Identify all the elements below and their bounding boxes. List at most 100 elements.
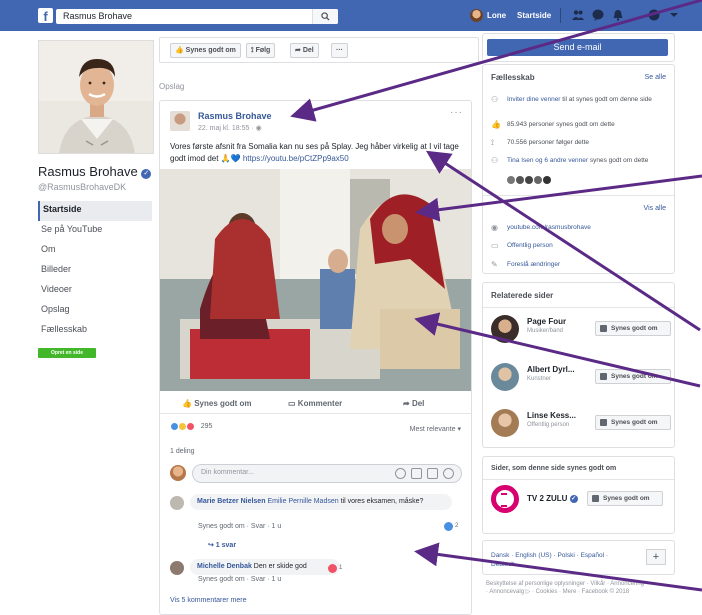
thumbs-up-icon — [600, 373, 607, 380]
website-link[interactable]: youtube.com/rasmusbrohave — [507, 223, 667, 232]
share-arrow-icon: ➦ — [403, 399, 410, 408]
messenger-icon[interactable] — [592, 9, 604, 21]
nav-item-youtube[interactable]: Se på YouTube — [38, 221, 152, 241]
help-icon[interactable] — [648, 9, 660, 21]
page-title: Rasmus Brohave ✓ — [38, 164, 152, 179]
liked-page-like-button[interactable]: Synes godt om — [587, 491, 663, 506]
comment-reaction-count: 2 — [455, 523, 459, 529]
emoji-icon[interactable] — [395, 468, 406, 479]
post-like-button[interactable]: 👍 Synes godt om — [182, 399, 252, 408]
related-pages-card: Relaterede sider Page Four Musiker/band … — [482, 282, 675, 448]
related-page-avatar[interactable] — [491, 363, 519, 391]
share-count[interactable]: 1 deling — [170, 448, 195, 455]
page-navigation: Startside Se på YouTube Om Billeder Vide… — [38, 201, 152, 341]
notifications-icon[interactable] — [612, 9, 624, 21]
related-page-like-button[interactable]: Synes godt om — [595, 415, 671, 430]
facebook-logo-icon[interactable]: f — [38, 8, 53, 24]
post-author-name[interactable]: Rasmus Brohave — [198, 111, 272, 121]
post-comment-button[interactable]: ▭ Kommenter — [288, 399, 342, 408]
post-share-button[interactable]: ➦ Del — [403, 399, 424, 408]
replies-link[interactable]: ↪ 1 svar — [208, 541, 236, 549]
nav-item-photos[interactable]: Billeder — [38, 261, 152, 281]
post-link[interactable]: https://youtu.be/pCtZPp9ax50 — [243, 154, 349, 163]
related-pages-title: Relaterede sider — [491, 291, 554, 300]
comment-author-name[interactable]: Marie Betzer Nielsen — [197, 498, 265, 505]
globe-icon: ◉ — [491, 223, 498, 232]
post-comment-label: Kommenter — [297, 399, 343, 408]
friends-icon: ⚇ — [491, 156, 499, 165]
related-page-name[interactable]: Linse Kess... — [527, 411, 576, 420]
related-page-name[interactable]: Albert Dyrl... — [527, 365, 575, 374]
thumbs-up-icon — [600, 325, 607, 332]
post-options-button[interactable]: ··· — [450, 107, 463, 118]
comment-author-avatar[interactable] — [170, 496, 184, 510]
create-page-button[interactable]: Opret en side — [38, 348, 96, 358]
friends-link[interactable]: Tina Isen og 6 andre venner — [507, 157, 588, 164]
tv2-zulu-logo-icon[interactable] — [491, 485, 519, 513]
friend-requests-icon[interactable] — [572, 9, 584, 21]
related-page-name[interactable]: Page Four — [527, 317, 566, 326]
share-arrow-icon: ➦ — [295, 47, 301, 54]
comment-bubble: Michelle Denbak Den er skide god — [190, 559, 340, 575]
nav-item-videos[interactable]: Videoer — [38, 281, 152, 301]
related-page-avatar[interactable] — [491, 409, 519, 437]
liked-page-name[interactable]: TV 2 ZULU ✓ — [527, 494, 578, 503]
nav-item-community[interactable]: Fællesskab — [38, 321, 152, 341]
love-reaction-icon — [186, 422, 196, 432]
more-options-button[interactable]: ··· — [331, 43, 348, 58]
nav-item-startside[interactable]: Startside — [38, 201, 152, 221]
community-card: Fællesskab Se alle ⚇ Inviter dine venner… — [482, 64, 675, 274]
home-link[interactable]: Startside — [517, 11, 551, 20]
follow-button[interactable]: ⟟ Følg — [246, 43, 276, 58]
friend-avatars[interactable] — [507, 176, 551, 186]
page-like-button[interactable]: 👍 Synes godt om — [170, 43, 241, 58]
nav-item-about[interactable]: Om — [38, 241, 152, 261]
suggest-edits-link[interactable]: Foreslå ændringer — [507, 260, 667, 269]
related-page-avatar[interactable] — [491, 315, 519, 343]
related-page-like-label: Synes godt om — [611, 373, 658, 380]
camera-icon[interactable] — [411, 468, 422, 479]
related-page-like-button[interactable]: Synes godt om — [595, 321, 671, 336]
related-page-like-button[interactable]: Synes godt om — [595, 369, 671, 384]
user-name-link[interactable]: Lone — [487, 11, 506, 20]
community-row-text: 70.556 personer følger dette — [507, 139, 590, 146]
card-divider — [483, 307, 674, 308]
comment-sort-dropdown[interactable]: Mest relevante ▾ — [410, 425, 461, 433]
comment-text: Den er skide god — [251, 563, 307, 570]
profile-picture[interactable] — [38, 40, 154, 154]
comment-meta[interactable]: Synes godt om · Svar · 1 u — [198, 576, 281, 583]
add-language-button[interactable]: + — [646, 549, 666, 565]
like-reaction-icon — [444, 522, 453, 531]
account-menu-chevron-down-icon[interactable] — [668, 9, 680, 21]
view-more-comments-link[interactable]: Vis 5 kommentarer mere — [170, 597, 247, 604]
post-timestamp[interactable]: 22. maj kl. 18:55 · ◉ — [198, 124, 262, 132]
gif-icon[interactable] — [427, 468, 438, 479]
post-image[interactable] — [160, 169, 471, 391]
language-links[interactable]: Dansk · English (US) · Polski · Español … — [491, 551, 631, 569]
nav-item-posts[interactable]: Opslag — [38, 301, 152, 321]
footer-links[interactable]: Beskyttelse af personlige oplysninger · … — [486, 580, 646, 596]
community-see-all-link[interactable]: Se alle — [645, 74, 666, 81]
about-see-all-link[interactable]: Vis alle — [644, 205, 666, 212]
page-handle[interactable]: @RasmusBrohaveDK — [38, 182, 126, 192]
sticker-icon[interactable] — [443, 468, 454, 479]
send-email-button[interactable]: Send e-mail — [487, 39, 668, 56]
reaction-summary[interactable]: 295 — [170, 422, 212, 434]
comment-author-avatar[interactable] — [170, 561, 184, 575]
comment-meta[interactable]: Synes godt om · Svar · 1 u — [198, 523, 281, 530]
avatar — [525, 176, 533, 184]
verified-badge-icon: ✓ — [141, 169, 152, 179]
invite-friends-link[interactable]: Inviter dine venner — [507, 96, 560, 103]
search-button[interactable] — [312, 9, 338, 24]
post-author-avatar[interactable] — [170, 111, 190, 131]
search-value[interactable]: Rasmus Brohave — [63, 11, 132, 21]
search-input[interactable]: Rasmus Brohave — [56, 9, 338, 24]
share-page-button[interactable]: ➦ Del — [290, 43, 319, 58]
comment-input[interactable]: Din kommentar... — [192, 464, 462, 483]
category-link[interactable]: Offentlig person — [507, 241, 667, 250]
liked-page-name-text: TV 2 ZULU — [527, 494, 568, 503]
comment-author-name[interactable]: Michelle Denbak — [197, 563, 252, 570]
comment-mention[interactable]: Emilie Pernille Madsen — [267, 498, 338, 505]
reaction-count: 295 — [200, 423, 213, 431]
user-avatar[interactable] — [470, 9, 483, 22]
